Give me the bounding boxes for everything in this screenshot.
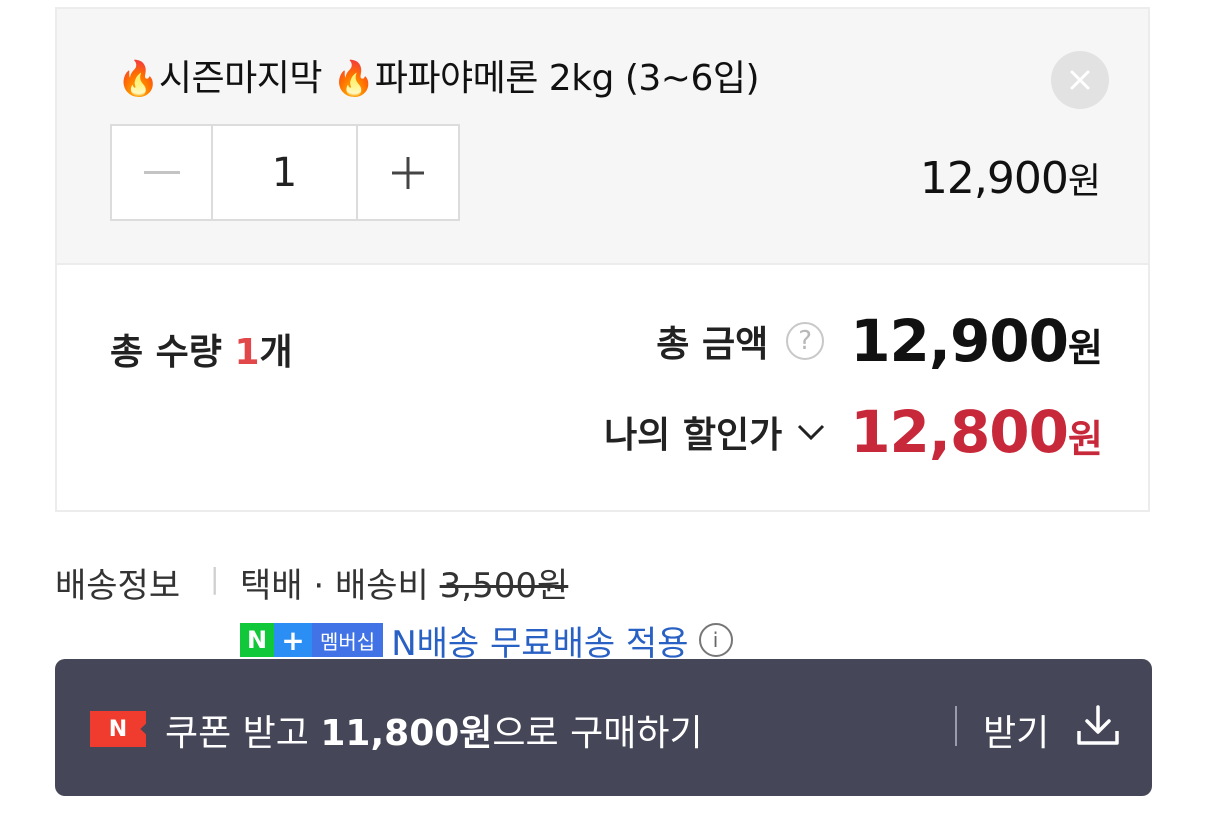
membership-benefit: N + 멤버십 N배송 무료배송 적용 i <box>240 622 733 664</box>
minus-icon <box>143 170 180 174</box>
product-card: 🔥시즌마지막 🔥파파야메론 2kg (3~6입) 1 12,900원 <box>55 7 1150 265</box>
total-amount-currency: 원 <box>1068 326 1103 370</box>
discount-amount-value: 12,800원 <box>850 398 1103 466</box>
remove-item-button[interactable] <box>1051 51 1109 109</box>
receive-coupon-button[interactable]: 받기 <box>983 704 1049 756</box>
close-icon <box>1070 70 1090 90</box>
increase-quantity-button[interactable] <box>358 126 458 219</box>
membership-badge: 멤버십 <box>312 623 384 657</box>
chevron-down-icon <box>796 423 826 441</box>
item-price: 12,900원 <box>919 152 1101 204</box>
coupon-suffix: 으로 구매하기 <box>492 713 703 754</box>
coupon-bar[interactable]: N 쿠폰 받고 11,800원으로 구매하기 받기 <box>55 659 1152 796</box>
naver-n-badge: N <box>240 623 274 657</box>
fire-icon: 🔥 <box>332 59 375 99</box>
total-quantity: 총 수량 1개 <box>110 323 293 375</box>
item-price-value: 12,900 <box>919 153 1069 204</box>
product-title-part2: 파파야메론 2kg (3~6입) <box>374 58 760 99</box>
download-icon[interactable] <box>1075 703 1121 753</box>
decrease-quantity-button[interactable] <box>112 126 213 219</box>
discount-label: 나의 할인가 <box>604 415 783 456</box>
coupon-amount: 11,800원 <box>320 713 493 754</box>
shipping-separator: | <box>210 562 220 595</box>
coupon-separator <box>955 706 957 746</box>
total-amount-value: 12,900원 <box>850 307 1103 375</box>
shipping-label: 배송정보 <box>55 566 181 606</box>
naver-coupon-badge: N <box>90 711 146 747</box>
shipping-method-text: 택배 · 배송비 <box>240 566 440 606</box>
order-summary: 총 수량 1개 총 금액 ? 12,900원 나의 할인가 12,800원 <box>55 265 1150 512</box>
quantity-value[interactable]: 1 <box>213 126 358 219</box>
total-amount-number: 12,900 <box>850 307 1069 375</box>
discount-amount-number: 12,800 <box>850 398 1069 466</box>
shipping-method: 택배 · 배송비 3,500원 <box>240 558 568 607</box>
help-icon[interactable]: ? <box>786 322 825 360</box>
total-quantity-unit: 개 <box>259 332 293 373</box>
info-icon[interactable]: i <box>698 623 733 657</box>
total-quantity-value: 1 <box>234 332 260 373</box>
shipping-info: 배송정보 | 택배 · 배송비 3,500원 N + 멤버십 N배송 무료배송 … <box>55 558 1155 664</box>
fire-icon: 🔥 <box>117 59 159 99</box>
plus-icon <box>392 156 424 189</box>
product-title-part1: 시즌마지막 <box>158 58 323 99</box>
discount-row[interactable]: 나의 할인가 12,800원 <box>604 398 1103 466</box>
coupon-prefix: 쿠폰 받고 <box>165 713 321 754</box>
coupon-text: 쿠폰 받고 11,800원으로 구매하기 <box>165 704 703 756</box>
total-amount-label: 총 금액 <box>656 324 769 365</box>
membership-shipping-text: N배송 무료배송 적용 <box>391 623 689 664</box>
plus-badge: + <box>274 623 312 657</box>
shipping-fee: 3,500원 <box>439 566 569 606</box>
quantity-stepper: 1 <box>110 124 460 221</box>
item-price-currency: 원 <box>1067 161 1101 202</box>
total-amount-row: 총 금액 ? 12,900원 <box>656 307 1103 375</box>
total-quantity-label: 총 수량 <box>110 332 222 373</box>
discount-amount-currency: 원 <box>1068 417 1103 461</box>
product-title: 🔥시즌마지막 🔥파파야메론 2kg (3~6입) <box>117 49 760 101</box>
